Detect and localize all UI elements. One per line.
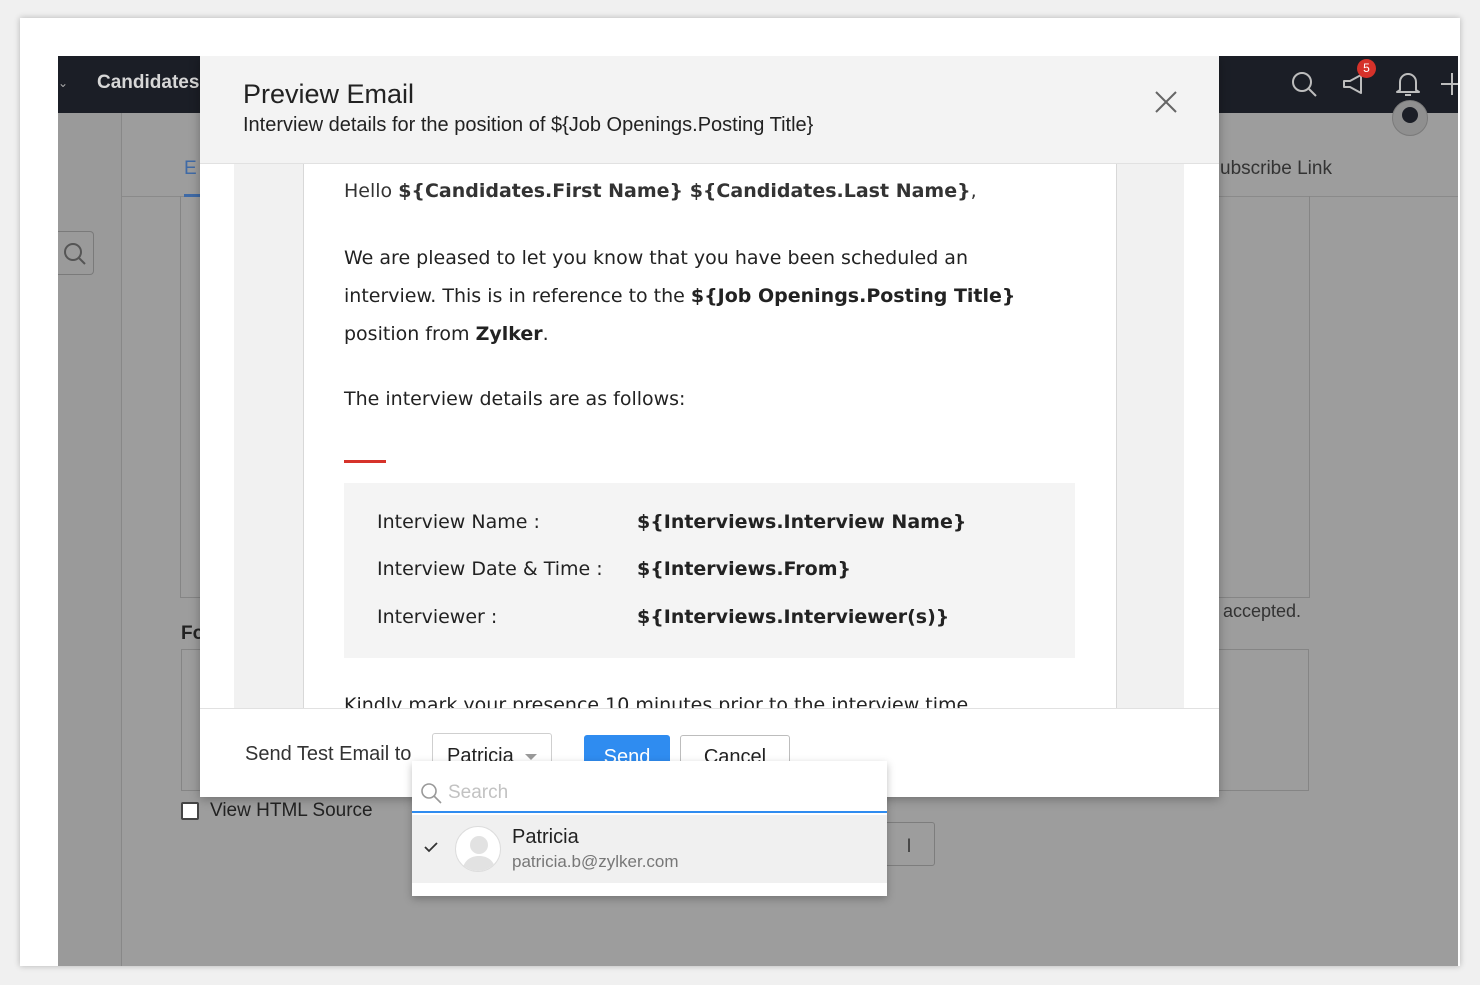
- tab-email-partial[interactable]: E: [184, 158, 197, 180]
- send-test-email-label: Send Test Email to: [245, 743, 412, 765]
- recipient-name: Patricia: [512, 826, 579, 848]
- detail-value: ${Interviews.From}: [637, 558, 852, 580]
- search-icon: [421, 783, 442, 804]
- plus-icon[interactable]: [1438, 70, 1458, 98]
- accent-divider: [344, 460, 386, 463]
- close-icon[interactable]: [1153, 89, 1179, 115]
- dropdown-search-input[interactable]: [448, 779, 868, 807]
- dialog-title: Preview Email: [243, 79, 415, 109]
- intro-period: .: [542, 323, 549, 345]
- email-subject: Interview details for the position of ${…: [243, 114, 814, 136]
- avatar: [455, 826, 501, 872]
- email-preview-scroll-area[interactable]: Hello ${Candidates.First Name} ${Candida…: [234, 164, 1184, 708]
- user-avatar[interactable]: [1392, 100, 1428, 136]
- bell-icon[interactable]: [1394, 70, 1422, 98]
- notification-count-badge: 5: [1357, 59, 1376, 78]
- tab-unsubscribe-link[interactable]: ubscribe Link: [1220, 158, 1332, 180]
- email-body: Hello ${Candidates.First Name} ${Candida…: [303, 164, 1117, 708]
- user-placeholder-icon: [462, 836, 496, 871]
- recipient-dropdown: Patricia patricia.b@zylker.com: [412, 761, 887, 896]
- email-intro-paragraph: We are pleased to let you know that you …: [344, 239, 1044, 353]
- greeting-suffix: ,: [970, 180, 977, 202]
- dialog-header: Preview Email Interview details for the …: [200, 56, 1219, 164]
- dropdown-search: [412, 761, 887, 813]
- posting-title-merge-field: ${Job Openings.Posting Title}: [690, 285, 1016, 307]
- search-icon: [64, 243, 86, 265]
- company-name: Zylker: [475, 323, 543, 345]
- view-html-source-label[interactable]: View HTML Source: [210, 800, 373, 822]
- sidebar-search-button[interactable]: [58, 231, 94, 275]
- interview-details-box: Interview Name : ${Interviews.Interview …: [344, 483, 1075, 658]
- caret-down-icon: [525, 754, 537, 760]
- email-greeting: Hello ${Candidates.First Name} ${Candida…: [344, 180, 977, 202]
- detail-label: Interview Name :: [377, 511, 540, 533]
- details-intro: The interview details are as follows:: [344, 388, 686, 410]
- module-tab-candidates[interactable]: Candidates: [97, 72, 199, 94]
- preview-email-dialog: Preview Email Interview details for the …: [200, 56, 1219, 797]
- chevron-down-icon[interactable]: ⌄: [58, 76, 68, 90]
- detail-label: Interview Date & Time :: [377, 558, 603, 580]
- recipient-email: patricia.b@zylker.com: [512, 852, 679, 871]
- intro-text-2: position from: [344, 323, 476, 345]
- greeting-prefix: Hello: [344, 180, 399, 202]
- background-button-label: l: [907, 836, 911, 856]
- greeting-names: ${Candidates.First Name} ${Candidates.La…: [398, 180, 971, 202]
- checkmark-icon: [424, 842, 438, 853]
- recipient-option[interactable]: Patricia patricia.b@zylker.com: [412, 815, 887, 883]
- detail-value: ${Interviews.Interview Name}: [637, 511, 967, 533]
- detail-value: ${Interviews.Interviewer(s)}: [637, 606, 950, 628]
- email-closing-text: Kindly mark your presence 10 minutes pri…: [344, 694, 975, 708]
- view-html-source-checkbox[interactable]: [181, 802, 199, 820]
- helper-text: accepted.: [1223, 601, 1302, 621]
- search-icon[interactable]: [1290, 70, 1318, 98]
- detail-label: Interviewer :: [377, 606, 498, 628]
